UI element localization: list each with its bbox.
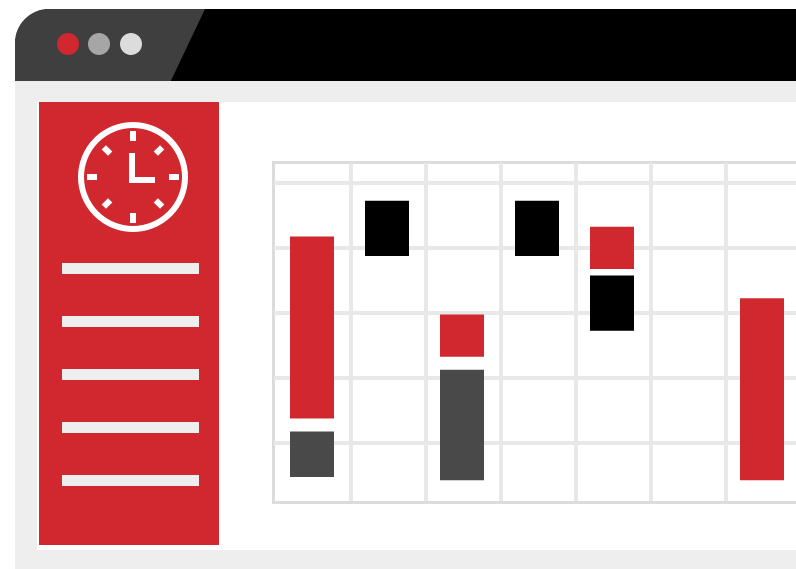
browser-window xyxy=(15,9,796,569)
close-window-button[interactable] xyxy=(57,33,79,55)
sidebar-menu-item[interactable] xyxy=(62,422,199,433)
window-controls-tab xyxy=(15,9,205,81)
sidebar-menu-item[interactable] xyxy=(62,316,199,327)
calendar-event[interactable] xyxy=(440,370,484,481)
sidebar-menu-item[interactable] xyxy=(62,369,199,380)
sidebar-menu-item[interactable] xyxy=(62,263,199,274)
app-content xyxy=(37,102,796,550)
sidebar xyxy=(39,102,219,545)
calendar-event[interactable] xyxy=(290,237,334,419)
calendar-event[interactable] xyxy=(590,276,634,331)
clock-icon[interactable] xyxy=(77,121,189,233)
calendar-event[interactable] xyxy=(515,201,559,256)
calendar-event[interactable] xyxy=(365,201,409,256)
calendar-event[interactable] xyxy=(740,298,784,480)
calendar-event[interactable] xyxy=(290,432,334,478)
calendar-grid xyxy=(272,161,796,507)
calendar-event[interactable] xyxy=(590,227,634,269)
maximize-window-button[interactable] xyxy=(120,33,142,55)
window-body xyxy=(15,81,796,569)
sidebar-menu-item[interactable] xyxy=(62,475,199,486)
calendar-event[interactable] xyxy=(440,315,484,357)
minimize-window-button[interactable] xyxy=(88,33,110,55)
title-bar xyxy=(15,9,796,81)
